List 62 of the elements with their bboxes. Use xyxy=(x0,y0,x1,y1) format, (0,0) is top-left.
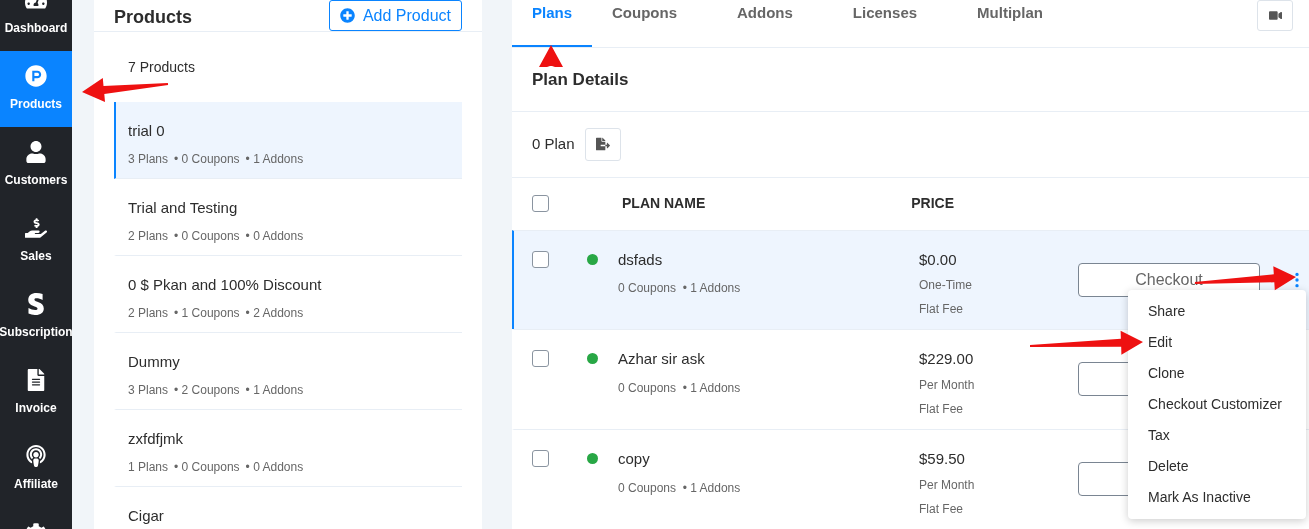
user-icon xyxy=(25,141,47,163)
plan-name: copy xyxy=(618,449,651,470)
product-icon xyxy=(25,65,47,87)
sidebar-item[interactable]: Invoice xyxy=(0,355,72,431)
billing-period: One-Time xyxy=(919,277,973,295)
product-item[interactable]: Trial and Testing 2 Plans • 0 Coupons • 0 Addons xyxy=(114,179,462,256)
fee-type: Flat Fee xyxy=(919,301,964,319)
plan-name: Azhar sir ask xyxy=(618,349,706,370)
tab[interactable]: Licenses xyxy=(832,0,938,47)
panel-title: Products xyxy=(114,6,192,29)
menu-item[interactable]: Delete xyxy=(1128,451,1306,482)
plan-meta: 0 Coupons • 1 Addons xyxy=(618,479,742,497)
plus-icon xyxy=(339,8,355,23)
video-camera-icon xyxy=(1268,9,1282,22)
plan-count: 0 Plan xyxy=(532,134,575,154)
plan-meta: 0 Coupons • 1 Addons xyxy=(618,379,742,397)
tab[interactable]: Multiplan xyxy=(957,0,1063,47)
menu-item[interactable]: Mark As Inactive xyxy=(1128,482,1306,513)
document-icon xyxy=(25,369,47,391)
column-header: PLAN NAME xyxy=(622,194,706,214)
checkbox[interactable] xyxy=(532,250,549,268)
billing-period: Per Month xyxy=(919,476,976,494)
menu-item[interactable]: Share xyxy=(1128,296,1306,327)
sidebar-item[interactable]: Dashboard xyxy=(0,0,72,51)
fee-type: Flat Fee xyxy=(919,400,964,418)
fee-type: Flat Fee xyxy=(919,500,964,518)
plan-price: $229.00 xyxy=(919,349,975,370)
plan-name: dsfads xyxy=(618,249,664,270)
hand-dollar-icon xyxy=(25,217,47,239)
checkbox[interactable] xyxy=(532,350,549,368)
tab[interactable]: Coupons xyxy=(592,0,698,47)
export-icon xyxy=(595,137,610,152)
product-item[interactable]: Cigar xyxy=(114,487,462,529)
podcast-icon xyxy=(25,445,47,467)
sidebar-item[interactable]: Products xyxy=(0,51,72,127)
section-title: Plan Details xyxy=(532,68,629,91)
add-product-button[interactable]: Add Product xyxy=(328,0,462,31)
plan-meta: 0 Coupons • 1 Addons xyxy=(618,280,742,298)
tab[interactable]: Plans xyxy=(512,0,593,47)
product-item[interactable]: 0 $ Pkan and 100% Discount 2 Plans • 1 Coupons • 2 Addons xyxy=(114,256,462,333)
checkbox[interactable] xyxy=(532,450,549,468)
tab[interactable]: Addons xyxy=(717,0,813,47)
product-item[interactable]: Dummy 3 Plans • 2 Coupons • 1 Addons xyxy=(114,333,462,410)
checkbox[interactable] xyxy=(532,195,549,213)
sidebar-item[interactable]: Affiliate xyxy=(0,431,72,507)
video-button[interactable] xyxy=(1257,0,1293,31)
export-button[interactable] xyxy=(584,127,621,161)
column-header: PRICE xyxy=(911,194,955,214)
product-item[interactable]: zxfdfjmk 1 Plans • 0 Coupons • 0 Addons xyxy=(114,410,462,487)
menu-item[interactable]: Checkout Customizer xyxy=(1128,389,1306,420)
annotation-arrow xyxy=(539,45,563,67)
plan-price: $59.50 xyxy=(919,449,966,470)
sidebar-item[interactable]: Sales xyxy=(0,203,72,279)
menu-item[interactable]: Clone xyxy=(1128,358,1306,389)
product-count: 7 Products xyxy=(127,58,196,77)
sidebar-item[interactable]: Customers xyxy=(0,127,72,203)
product-item[interactable]: trial 0 3 Plans • 0 Coupons • 1 Addons xyxy=(114,102,462,179)
s-letter-icon xyxy=(25,293,47,315)
menu-item[interactable]: Edit xyxy=(1128,327,1306,358)
billing-period: Per Month xyxy=(919,376,976,394)
sidebar-item[interactable]: Subscription xyxy=(0,279,72,355)
plan-price: $0.00 xyxy=(919,249,958,270)
